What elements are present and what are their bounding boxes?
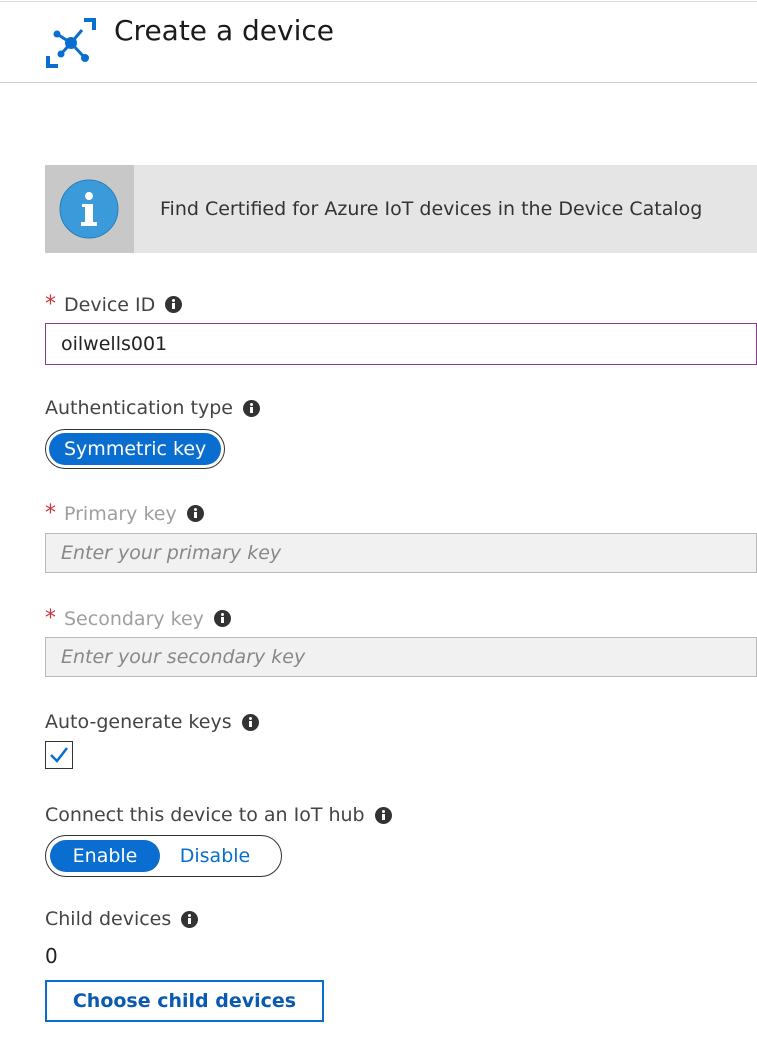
auto-generate-label-text: Auto-generate keys — [45, 711, 232, 733]
device-id-label: * Device ID — [45, 292, 183, 317]
connect-hub-toggle[interactable]: Enable Disable — [45, 835, 282, 877]
child-devices-label-text: Child devices — [45, 908, 172, 930]
device-id-label-text: Device ID — [64, 293, 156, 316]
info-tooltip-icon[interactable] — [242, 399, 260, 417]
child-devices-label: Child devices — [45, 908, 199, 930]
auth-type-selector[interactable]: Symmetric key — [45, 429, 226, 469]
info-tooltip-icon[interactable] — [374, 806, 392, 824]
info-tooltip-icon[interactable] — [186, 505, 204, 522]
device-id-input[interactable]: oilwells001 — [45, 323, 757, 365]
required-asterisk: * — [45, 292, 56, 317]
secondary-key-input[interactable]: Enter your secondary key — [45, 637, 757, 677]
required-asterisk: * — [45, 501, 56, 526]
primary-key-input[interactable]: Enter your primary key — [45, 533, 757, 573]
disable-option[interactable]: Disable — [160, 840, 270, 872]
info-tooltip-icon[interactable] — [181, 910, 199, 928]
info-tooltip-icon[interactable] — [241, 713, 259, 731]
enable-option[interactable]: Enable — [50, 840, 160, 872]
auto-generate-checkbox[interactable] — [45, 741, 73, 769]
info-banner[interactable]: Find Certified for Azure IoT devices in … — [45, 165, 757, 253]
info-icon — [59, 179, 119, 239]
info-banner-icon-area — [45, 165, 134, 253]
device-id-value: oilwells001 — [61, 333, 168, 355]
connect-hub-label-text: Connect this device to an IoT hub — [45, 804, 365, 826]
secondary-key-placeholder: Enter your secondary key — [61, 646, 306, 668]
secondary-key-label-text: Secondary key — [64, 607, 204, 630]
info-banner-text: Find Certified for Azure IoT devices in … — [160, 198, 703, 220]
primary-key-label-text: Primary key — [64, 502, 177, 525]
info-tooltip-icon[interactable] — [213, 610, 231, 627]
required-asterisk: * — [45, 606, 56, 631]
auto-generate-label: Auto-generate keys — [45, 711, 259, 733]
page-title: Create a device — [114, 14, 334, 47]
choose-child-devices-button[interactable]: Choose child devices — [45, 980, 324, 1022]
auth-type-label: Authentication type — [45, 397, 260, 419]
child-devices-count: 0 — [45, 944, 58, 968]
primary-key-placeholder: Enter your primary key — [61, 542, 282, 564]
symmetric-key-option[interactable]: Symmetric key — [49, 433, 222, 465]
secondary-key-label: * Secondary key — [45, 606, 231, 631]
auth-type-label-text: Authentication type — [45, 397, 233, 419]
primary-key-label: * Primary key — [45, 501, 204, 526]
connect-hub-label: Connect this device to an IoT hub — [45, 804, 392, 826]
info-tooltip-icon[interactable] — [165, 296, 183, 313]
iot-device-icon — [46, 18, 96, 68]
blade-header: Create a device — [0, 0, 757, 83]
checkmark-icon — [50, 747, 68, 763]
